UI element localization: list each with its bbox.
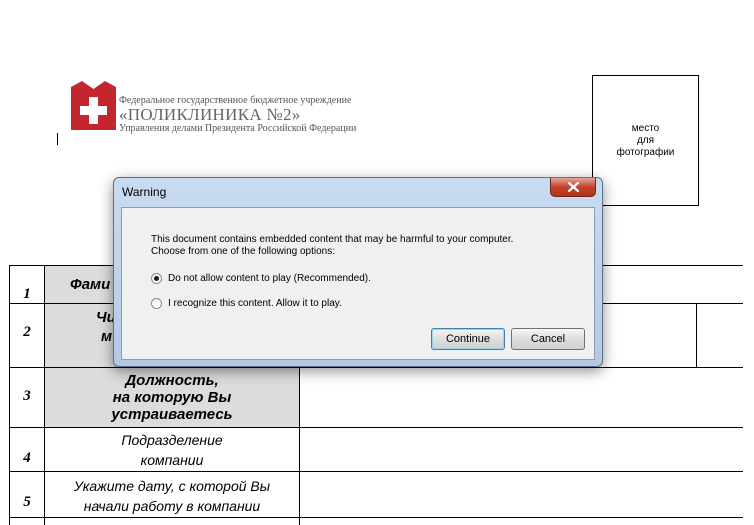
option-allow-content[interactable]: I recognize this content. Allow it to pl… xyxy=(151,298,342,309)
row-4-label-line-2: компании xyxy=(140,452,204,468)
table-line xyxy=(9,517,743,518)
row-3-label-line-2: на которую Вы xyxy=(112,389,232,406)
option-block-content-label: Do not allow content to play (Recommende… xyxy=(168,273,371,284)
dialog-title: Warning xyxy=(122,185,167,199)
row-number-5: 5 xyxy=(23,494,31,510)
photo-text-1: место xyxy=(631,122,660,134)
row-3-label: Должность, на которую Вы устраиваетесь xyxy=(44,372,300,423)
close-icon xyxy=(567,182,579,192)
row-4-label: Подразделение компании xyxy=(44,430,300,470)
row-4-label-line-1: Подразделение xyxy=(121,432,223,448)
option-allow-content-label: I recognize this content. Allow it to pl… xyxy=(168,298,342,309)
dialog-message: This document contains embedded content … xyxy=(151,234,513,258)
photo-text-3: фотографии xyxy=(616,146,675,158)
cancel-button[interactable]: Cancel xyxy=(511,328,585,350)
row-5-label-line-2: начали работу в компании xyxy=(83,498,261,514)
row-number-3: 3 xyxy=(23,388,31,404)
radio-block-content[interactable] xyxy=(151,273,162,284)
photo-text-2: для xyxy=(636,134,655,146)
table-line xyxy=(9,471,743,472)
option-block-content[interactable]: Do not allow content to play (Recommende… xyxy=(151,273,371,284)
row-number-2: 2 xyxy=(23,324,31,340)
dialog-body: This document contains embedded content … xyxy=(121,207,595,360)
text-cursor xyxy=(57,133,58,145)
org-line-2: «ПОЛИКЛИНИКА №2» xyxy=(119,105,301,124)
radio-selected-dot xyxy=(154,276,159,281)
row-number-1: 1 xyxy=(23,286,31,302)
radio-allow-content[interactable] xyxy=(151,298,162,309)
close-button[interactable] xyxy=(550,178,596,197)
org-line-3: Управления делами Президента Российской … xyxy=(119,123,357,134)
table-line xyxy=(9,367,743,368)
row-3-label-line-3: устраиваетесь xyxy=(111,406,233,423)
row-5-label: Укажите дату, с которой Вы начали работу… xyxy=(44,476,300,516)
continue-button[interactable]: Continue xyxy=(431,328,505,350)
table-line xyxy=(9,427,743,428)
row-5-label-line-1: Укажите дату, с которой Вы xyxy=(73,478,271,494)
organization-name: Федеральное государственное бюджетное уч… xyxy=(119,95,356,134)
row-3-label-line-1: Должность, xyxy=(125,372,219,389)
table-line xyxy=(696,303,697,367)
photo-placeholder: место для фотографии xyxy=(592,75,699,206)
dialog-message-line-2: Choose from one of the following options… xyxy=(151,246,335,257)
dialog-message-line-1: This document contains embedded content … xyxy=(151,234,514,245)
warning-dialog: Warning This document contains embedded … xyxy=(113,177,603,367)
clinic-logo xyxy=(71,81,116,130)
row-number-4: 4 xyxy=(23,450,31,466)
